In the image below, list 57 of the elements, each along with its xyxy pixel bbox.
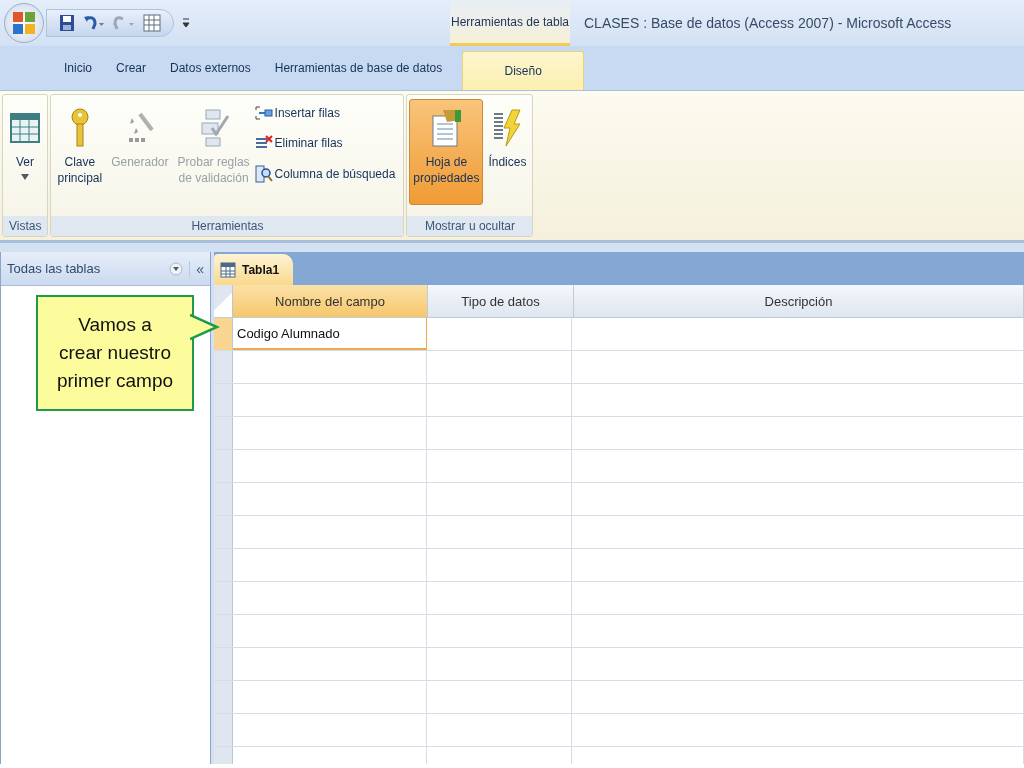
row-selector[interactable] xyxy=(214,582,233,614)
row-selector[interactable] xyxy=(214,549,233,581)
row-selector[interactable] xyxy=(214,450,233,482)
row-selector[interactable] xyxy=(214,384,233,416)
navigation-pane-title[interactable]: Todas las tablas xyxy=(7,261,164,276)
ribbon-tab[interactable]: Datos externos xyxy=(158,46,263,90)
button-label: Generador xyxy=(111,154,169,170)
button-label: Ver xyxy=(16,154,34,170)
column-header: Descripción xyxy=(574,285,1024,317)
ribbon-tab[interactable]: Herramientas de base de datos xyxy=(262,46,455,90)
ribbon-button[interactable]: Clave principal xyxy=(53,99,107,205)
row-selector[interactable] xyxy=(214,714,233,746)
group-label: Mostrar u ocultar xyxy=(407,216,533,236)
save-icon[interactable] xyxy=(59,14,75,32)
button-label: Hoja de propiedades xyxy=(413,154,480,186)
row-selector[interactable] xyxy=(214,648,233,680)
delete-row-icon xyxy=(254,135,273,151)
button-label: Índices xyxy=(488,154,527,170)
column-header: Tipo de datos xyxy=(428,285,574,317)
ribbon-button[interactable]: Índices xyxy=(484,99,531,205)
table-icon[interactable] xyxy=(143,14,161,32)
contextual-tab-group: Herramientas de tabla xyxy=(450,0,570,46)
row-selector[interactable] xyxy=(214,516,233,548)
row-selector[interactable] xyxy=(214,417,233,449)
row-selector[interactable] xyxy=(214,615,233,647)
ribbon-small-button[interactable]: Eliminar filas xyxy=(254,135,396,151)
row-selector[interactable] xyxy=(214,681,233,713)
ribbon-small-button[interactable]: Columna de búsqueda xyxy=(254,165,396,183)
ribbon-small-button[interactable]: Insertar filas xyxy=(254,105,396,121)
group-label: Herramientas xyxy=(51,216,404,236)
customize-caret-icon[interactable] xyxy=(182,17,190,29)
row-selector[interactable] xyxy=(214,483,233,515)
table-cell[interactable]: Codigo Alumnado xyxy=(233,318,427,350)
table-icon xyxy=(220,261,236,278)
ribbon-tab[interactable]: Inicio xyxy=(52,46,104,90)
window-title: CLASES : Base de datos (Access 2007) - Microsoft Access xyxy=(583,15,953,31)
key-icon xyxy=(69,106,90,150)
insert-row-icon xyxy=(254,105,273,121)
lookup-column-icon xyxy=(254,165,273,183)
redo-icon xyxy=(113,15,135,31)
select-all-corner[interactable] xyxy=(214,285,233,317)
ribbon-button[interactable]: Ver xyxy=(5,99,45,205)
dropdown-circle-icon[interactable] xyxy=(169,261,184,276)
ribbon-tab[interactable]: Crear xyxy=(104,46,159,90)
button-label: Probar reglas de validación xyxy=(177,154,250,186)
callout-text: Vamos a crear nuestro primer campo xyxy=(55,313,175,393)
column-header: Nombre del campo xyxy=(233,285,428,317)
row-selector[interactable] xyxy=(214,318,233,350)
ribbon-tab[interactable]: Diseño xyxy=(462,51,585,90)
document-tab[interactable]: Tabla1 xyxy=(214,254,294,285)
office-button[interactable] xyxy=(4,3,44,43)
row-selector[interactable] xyxy=(214,351,233,383)
undo-icon[interactable] xyxy=(83,15,105,31)
ribbon-button[interactable]: Hoja de propiedades xyxy=(409,99,484,205)
button-label: Clave principal xyxy=(57,154,103,186)
collapse-button[interactable]: « xyxy=(189,260,204,277)
group-label: Vistas xyxy=(3,216,48,236)
